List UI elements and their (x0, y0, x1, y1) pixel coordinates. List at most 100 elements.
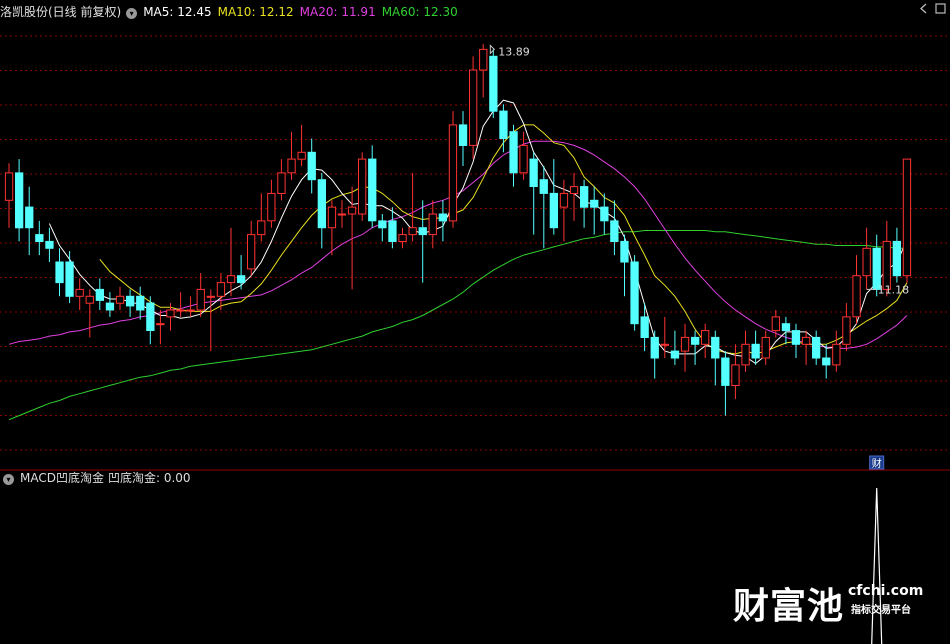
candle[interactable] (398, 227, 407, 249)
candle[interactable] (428, 200, 437, 249)
candle[interactable] (136, 286, 145, 320)
candle[interactable] (408, 172, 417, 242)
candle[interactable] (519, 131, 528, 180)
watermark-brand: 财富池 (733, 586, 845, 627)
candle[interactable] (680, 323, 690, 372)
candle[interactable] (902, 158, 912, 283)
candle[interactable] (65, 251, 74, 304)
expand-left-icon[interactable] (919, 3, 930, 14)
candle-body (882, 240, 891, 290)
candle[interactable] (15, 159, 24, 242)
candle-body (721, 357, 730, 386)
candle[interactable] (105, 292, 115, 317)
candle[interactable] (237, 255, 246, 290)
candle[interactable] (55, 248, 64, 297)
candle[interactable] (45, 227, 54, 262)
candle[interactable] (832, 330, 841, 372)
candle-body (317, 179, 327, 229)
candle-body (337, 213, 347, 216)
candle[interactable] (569, 172, 579, 221)
candle[interactable] (862, 227, 871, 290)
candle[interactable] (529, 152, 538, 235)
candle[interactable] (307, 138, 316, 194)
candle[interactable] (670, 330, 680, 365)
candle[interactable] (277, 159, 286, 201)
candle[interactable] (761, 330, 770, 365)
candle[interactable] (95, 278, 104, 311)
candle[interactable] (559, 179, 569, 242)
candle[interactable] (509, 124, 518, 187)
candle[interactable] (489, 49, 498, 118)
candle[interactable] (216, 273, 226, 310)
indicator-collapse-icon[interactable]: ▾ (3, 474, 14, 485)
candle[interactable] (630, 255, 639, 331)
candle[interactable] (781, 316, 791, 345)
candle[interactable] (226, 227, 236, 297)
zoom-icon[interactable] (935, 3, 946, 14)
candle[interactable] (176, 292, 185, 317)
candle[interactable] (549, 159, 559, 235)
candle[interactable] (35, 220, 44, 256)
candle[interactable] (751, 330, 760, 365)
candle[interactable] (620, 234, 629, 297)
candle[interactable] (85, 289, 94, 338)
candle[interactable] (640, 303, 649, 352)
candle[interactable] (711, 330, 720, 386)
candle[interactable] (791, 323, 801, 358)
candle[interactable] (539, 166, 548, 249)
candle-body (509, 131, 518, 174)
candle[interactable] (337, 200, 347, 228)
candle[interactable] (701, 323, 710, 358)
candlesticks[interactable] (4, 43, 912, 416)
candle[interactable] (378, 214, 387, 242)
candle[interactable] (499, 104, 508, 153)
candle[interactable] (267, 179, 276, 228)
candle[interactable] (741, 330, 750, 372)
candle[interactable] (126, 289, 135, 317)
candle[interactable] (691, 330, 700, 365)
stock-title: 洛凯股份(日线 前复权) (0, 5, 122, 19)
candle[interactable] (317, 172, 327, 249)
candle-body (771, 316, 781, 332)
candle[interactable] (590, 186, 599, 235)
candle[interactable] (297, 124, 306, 166)
candle-body (559, 192, 569, 208)
candle[interactable] (600, 193, 609, 235)
candle[interactable] (650, 330, 659, 379)
candle[interactable] (852, 255, 861, 324)
candle[interactable] (4, 163, 14, 228)
candle[interactable] (327, 200, 337, 256)
collapse-icon[interactable]: ▾ (126, 8, 138, 19)
candle[interactable] (731, 344, 740, 400)
stock-chart[interactable]: 13.89 11.18 财 (0, 0, 950, 644)
candle[interactable] (448, 111, 458, 228)
candle[interactable] (257, 193, 266, 242)
candle-body (680, 336, 690, 352)
candle[interactable] (812, 330, 821, 365)
candle[interactable] (206, 289, 215, 352)
candle-body (620, 240, 629, 263)
ma10-label: MA10: 12.12 (217, 5, 294, 19)
candle[interactable] (892, 227, 902, 283)
candle[interactable] (368, 145, 377, 228)
candle[interactable] (469, 56, 478, 160)
candle[interactable] (358, 152, 367, 221)
candle[interactable] (721, 351, 730, 416)
candle[interactable] (25, 186, 34, 256)
candle[interactable] (771, 310, 781, 338)
candle-body (580, 186, 589, 208)
candle[interactable] (146, 296, 155, 345)
candle[interactable] (842, 303, 851, 352)
candle[interactable] (75, 278, 84, 311)
candle[interactable] (458, 111, 468, 166)
candle-body (832, 343, 841, 366)
candle[interactable] (247, 220, 256, 276)
candle[interactable] (418, 200, 427, 283)
candle[interactable] (196, 273, 205, 317)
candle[interactable] (438, 200, 448, 242)
candle[interactable] (115, 286, 125, 310)
candle[interactable] (801, 330, 811, 365)
candle[interactable] (287, 131, 296, 180)
candle[interactable] (580, 179, 589, 228)
candle[interactable] (822, 344, 831, 379)
